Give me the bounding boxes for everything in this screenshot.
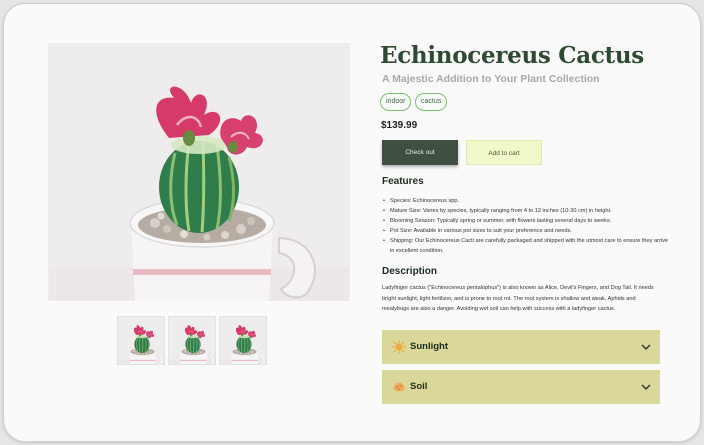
description-text: Ladyfinger cactus ("Echinocereus pentalo… [382, 285, 654, 312]
accordion-sunlight[interactable]: Sunlight [382, 330, 660, 364]
soil-icon [393, 382, 405, 392]
feature-item: Pot Size: Available in various pot sizes… [383, 226, 673, 236]
product-subtitle: A Majestic Addition to Your Plant Collec… [382, 73, 600, 85]
cactus-thumbnail-image [220, 317, 267, 365]
features-list: Species: Echinocereus spp. Mature Size: … [383, 196, 673, 256]
product-price: $139.99 [381, 120, 418, 131]
thumbnail-2[interactable] [168, 316, 216, 365]
description-heading: Description [382, 266, 438, 277]
feature-item: Shipping: Our Echinocereus Cacti are car… [383, 236, 673, 256]
thumbnail-3[interactable] [219, 316, 267, 365]
product-title: Echinocereus Cactus [380, 42, 644, 69]
cactus-thumbnail-image [118, 317, 165, 365]
checkout-button[interactable]: Check out [382, 140, 458, 165]
feature-item: Mature Size: Varies by species, typicall… [383, 206, 673, 216]
sun-icon [392, 340, 406, 354]
accordion-soil[interactable]: Soil [382, 370, 660, 404]
chevron-down-icon [641, 344, 651, 350]
accordion-soil-label: Soil [410, 381, 428, 392]
features-heading: Features [382, 176, 424, 187]
cactus-image [48, 43, 350, 301]
cactus-thumbnail-image [169, 317, 216, 365]
tag-cactus[interactable]: cactus [415, 93, 448, 111]
feature-item: Species: Echinocereus spp. [383, 196, 673, 206]
chevron-down-icon [641, 384, 651, 390]
thumbnail-1[interactable] [117, 316, 165, 365]
accordion-sunlight-label: Sunlight [410, 341, 448, 352]
add-to-cart-button[interactable]: Add to cart [466, 140, 542, 165]
product-main-image [48, 43, 350, 301]
tag-indoor[interactable]: indoor [380, 93, 412, 111]
feature-item: Blooming Season: Typically spring or sum… [383, 216, 673, 226]
app-window: Echinocereus Cactus A Majestic Addition … [3, 3, 701, 442]
